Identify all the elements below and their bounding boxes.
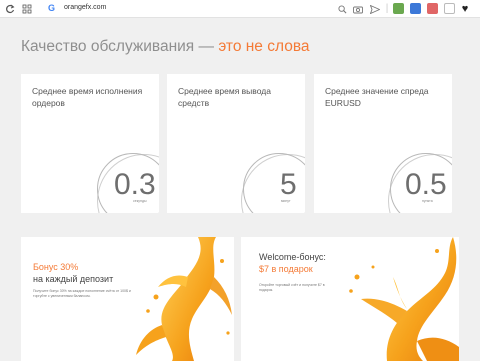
promo-title-accent: Бонус 30% xyxy=(33,262,79,272)
apps-grid-icon[interactable] xyxy=(21,3,33,15)
promo-card-deposit-bonus[interactable]: Бонус 30% на каждый депозит Получите бон… xyxy=(21,237,234,361)
stat-value: 5 xyxy=(280,168,297,201)
google-icon: G xyxy=(48,3,56,13)
toolbar-divider: | xyxy=(385,3,389,14)
page-title: Качество обслуживания — это не слова xyxy=(21,38,310,56)
promo-description: Откройте торговый счёт и получите $7 в п… xyxy=(259,283,325,292)
extension-icon[interactable] xyxy=(410,3,421,14)
orange-juice-splash-image xyxy=(349,237,459,361)
stat-unit: минут xyxy=(281,199,291,203)
stat-value: 0.3 xyxy=(114,168,156,201)
page-title-accent: это не слова xyxy=(218,38,310,55)
stat-card-title: Среднее время вывода средств xyxy=(178,86,271,108)
promo-title: Welcome-бонус: xyxy=(259,252,326,262)
stat-card-title: Среднее значение спреда EURUSD xyxy=(325,86,429,108)
stat-unit: секунды xyxy=(133,199,147,203)
promo-card-welcome-bonus[interactable]: Welcome-бонус: $7 в подарок Откройте тор… xyxy=(241,237,459,361)
page-title-text: Качество обслуживания — xyxy=(21,38,219,55)
stat-card-withdrawal: Среднее время вывода средств 5 минут xyxy=(167,74,305,213)
stat-value: 0.5 xyxy=(405,168,447,201)
send-icon[interactable] xyxy=(369,3,381,15)
camera-icon[interactable] xyxy=(352,3,364,15)
stat-card-title: Среднее время исполнения ордеров xyxy=(32,86,143,108)
promo-title-accent: $7 в подарок xyxy=(259,264,313,274)
promo-description: Получите бонус 30% на каждое пополнение … xyxy=(33,289,131,298)
square-extension-icon[interactable] xyxy=(444,3,455,14)
red-extension-icon[interactable] xyxy=(427,3,438,14)
search-icon[interactable] xyxy=(336,3,348,15)
download-extension-icon[interactable] xyxy=(393,3,404,14)
stat-card-execution: Среднее время исполнения ордеров 0.3 сек… xyxy=(21,74,159,213)
promo-title: на каждый депозит xyxy=(33,274,114,284)
orange-juice-splash-image xyxy=(136,237,232,361)
stat-card-spread: Среднее значение спреда EURUSD 0.5 пункт… xyxy=(314,74,452,213)
browser-toolbar: G orangefx.com | ♥ xyxy=(0,0,480,18)
stat-unit: пункта xyxy=(422,199,433,203)
reload-icon[interactable] xyxy=(4,3,16,15)
heart-extension-icon[interactable]: ♥ xyxy=(459,3,471,15)
address-bar-url[interactable]: orangefx.com xyxy=(64,4,106,11)
